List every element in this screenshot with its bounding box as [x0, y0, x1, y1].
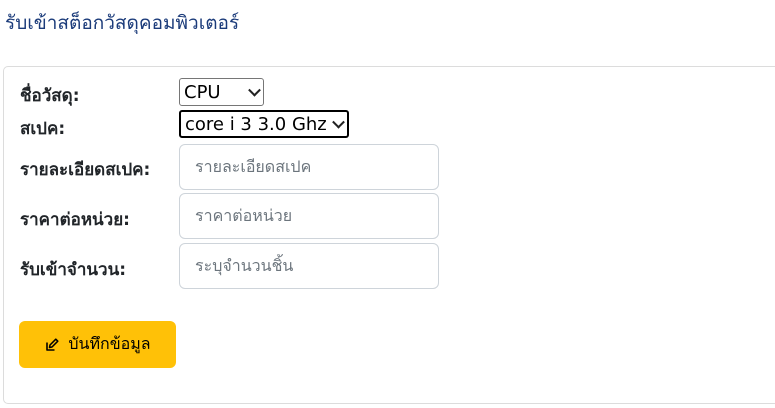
unit-price-label: ราคาต่อหน่วย:	[20, 210, 130, 230]
material-name-select[interactable]: CPU	[179, 78, 264, 106]
spec-value: core i 3 3.0 Ghz	[185, 113, 327, 135]
chevron-down-icon	[248, 83, 261, 97]
quantity-input[interactable]: ระบุจำนวนชิ้น	[179, 243, 439, 289]
chevron-down-icon	[332, 115, 345, 129]
material-name-label: ชื่อวัสดุ:	[20, 86, 80, 106]
unit-price-input[interactable]: ราคาต่อหน่วย	[179, 193, 439, 239]
quantity-placeholder: ระบุจำนวนชิ้น	[195, 255, 294, 275]
spec-detail-placeholder: รายละเอียดสเปค	[195, 156, 312, 176]
unit-price-placeholder: ราคาต่อหน่วย	[195, 205, 293, 225]
quantity-label: รับเข้าจำนวน:	[20, 260, 126, 280]
page-title: รับเข้าสต็อกวัสดุคอมพิวเตอร์	[5, 12, 240, 34]
save-button[interactable]: บันทึกข้อมูล	[19, 321, 176, 368]
edit-square-icon	[46, 337, 59, 351]
save-button-label: บันทึกข้อมูล	[68, 334, 151, 353]
spec-label: สเปค:	[20, 119, 66, 139]
spec-detail-label: รายละเอียดสเปค:	[20, 160, 151, 180]
spec-select[interactable]: core i 3 3.0 Ghz	[179, 110, 349, 138]
material-name-value: CPU	[184, 81, 221, 103]
spec-detail-input[interactable]: รายละเอียดสเปค	[179, 144, 439, 190]
